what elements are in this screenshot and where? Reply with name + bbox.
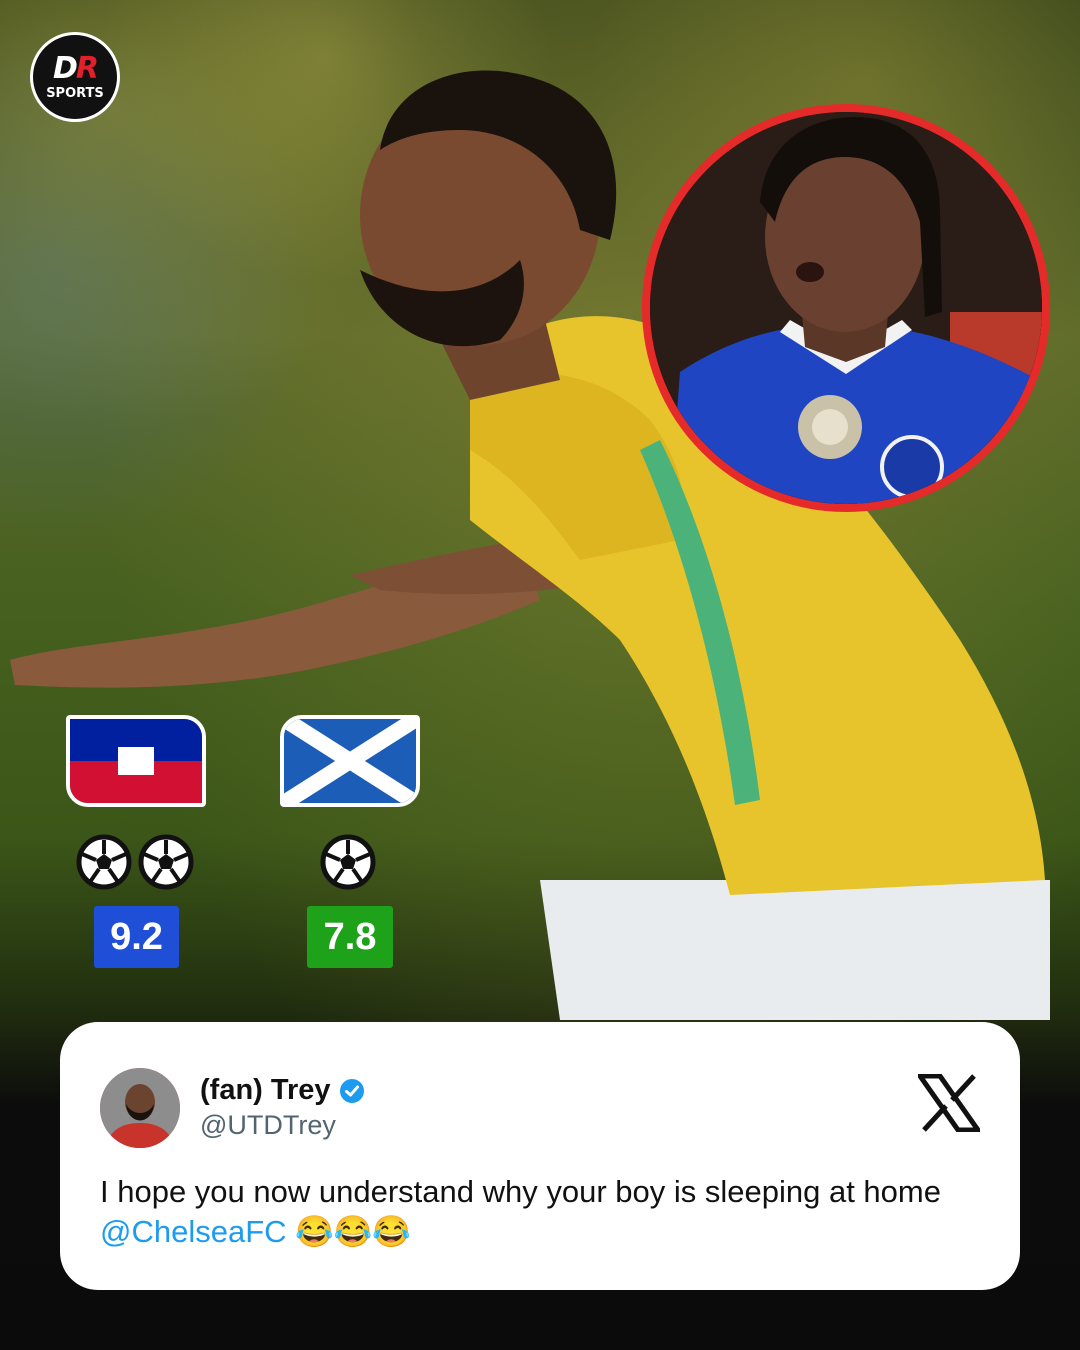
tweet-card[interactable]: (fan) Trey @UTDTrey I hope you now under… [60,1022,1020,1290]
post-image: DR SPORTS 9.2 7.8 (fan) Trey @UTDTrey I … [0,0,1080,1350]
logo-mark: DR [52,50,99,86]
rating-badge-scotland: 7.8 [307,906,393,968]
logo-subtitle: SPORTS [46,85,104,101]
tweet-text: I hope you now understand why your boy i… [100,1174,941,1249]
author-handle[interactable]: @UTDTrey [200,1110,336,1141]
avatar[interactable] [100,1068,180,1148]
laughing-emoji: 😂😂😂 [295,1214,411,1249]
verified-badge-icon [339,1078,364,1103]
goals-scotland [320,834,376,890]
goals-haiti [76,834,194,890]
x-logo-icon[interactable] [918,1074,980,1132]
dr-sports-logo: DR SPORTS [30,32,120,122]
football-icon [138,834,194,890]
rating-badge-haiti: 9.2 [94,906,179,968]
inset-player-portrait [642,104,1050,512]
tweet-author[interactable]: (fan) Trey [200,1074,365,1107]
inset-player-image [650,112,1042,504]
football-icon [76,834,132,890]
author-name[interactable]: (fan) Trey [200,1074,331,1107]
scotland-flag-icon [280,715,420,807]
mention-link[interactable]: @ChelseaFC [100,1214,287,1249]
football-icon [320,834,376,890]
haiti-flag-icon [66,715,206,807]
